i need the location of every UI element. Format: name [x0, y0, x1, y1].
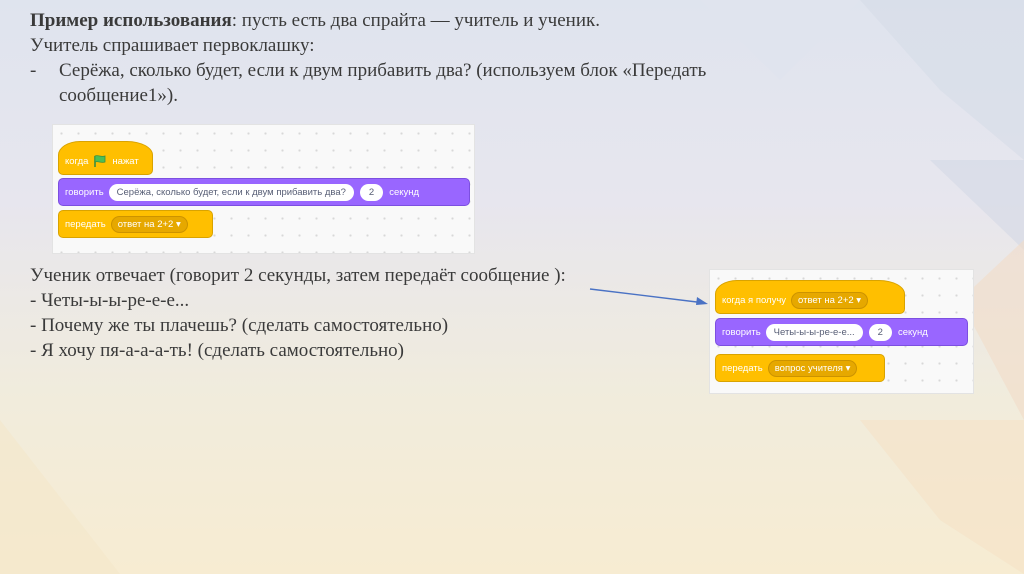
- arrow-icon: [589, 288, 708, 305]
- hat-receive-label: когда я получу: [722, 294, 787, 306]
- hat-clicked-label: нажат: [112, 155, 139, 167]
- list-dash: -: [30, 60, 37, 81]
- when-i-receive-block[interactable]: когда я получу ответ на 2+2 ▾: [715, 280, 905, 314]
- teacher-asks: Учитель спрашивает первоклашку:: [30, 35, 315, 56]
- intro-line: Пример использования: пусть есть два спр…: [30, 8, 930, 33]
- say-text-input[interactable]: Четы-ы-ы-ре-е-е...: [765, 323, 863, 341]
- say-text-input[interactable]: Серёжа, сколько будет, если к двум приба…: [108, 183, 354, 201]
- say-for-secs-block[interactable]: говорить Серёжа, сколько будет, если к д…: [58, 178, 470, 206]
- say-label: говорить: [65, 186, 104, 198]
- broadcast-block[interactable]: передать ответ на 2+2 ▾: [58, 210, 213, 238]
- student-item-2: - Почему же ты плачешь? (сделать самосто…: [30, 315, 449, 336]
- say-for-secs-block[interactable]: говорить Четы-ы-ы-ре-е-е... 2 секунд: [715, 318, 968, 346]
- scratch-script-teacher: когда нажат говорить Серёжа, сколько буд…: [52, 124, 475, 254]
- broadcast-message-dropdown[interactable]: вопрос учителя ▾: [767, 359, 858, 377]
- broadcast-message-label: ответ на 2+2: [117, 218, 174, 230]
- teacher-item: - Серёжа, сколько будет, если к двум приб…: [30, 58, 930, 83]
- broadcast-message-dropdown[interactable]: ответ на 2+2 ▾: [110, 215, 188, 233]
- green-flag-icon: [94, 155, 106, 167]
- student-text: Ученик отвечает (говорит 2 секунды, зате…: [30, 263, 710, 363]
- say-label: говорить: [722, 326, 761, 338]
- receive-message-label: ответ на 2+2: [798, 294, 854, 306]
- broadcast-label: передать: [65, 218, 106, 230]
- dropdown-arrow-icon: ▾: [845, 362, 851, 374]
- say-unit-label: секунд: [389, 186, 420, 198]
- broadcast-message-label: вопрос учителя: [774, 362, 843, 374]
- receive-message-dropdown[interactable]: ответ на 2+2 ▾: [791, 291, 869, 309]
- intro-rest: : пусть есть два спрайта — учитель и уче…: [231, 10, 600, 31]
- intro-text: Пример использования: пусть есть два спр…: [30, 8, 930, 108]
- scratch-script-student: когда я получу ответ на 2+2 ▾ говорить Ч…: [709, 269, 974, 394]
- dropdown-arrow-icon: ▾: [175, 218, 181, 230]
- say-seconds-input[interactable]: 2: [359, 183, 384, 201]
- student-item-3: - Я хочу пя-а-а-а-ть! (сделать самостоят…: [30, 340, 404, 361]
- teacher-item-line2: сообщение1»).: [59, 85, 179, 106]
- broadcast-label: передать: [722, 362, 763, 374]
- broadcast-block[interactable]: передать вопрос учителя ▾: [715, 354, 885, 382]
- when-flag-clicked-block[interactable]: когда нажат: [58, 141, 153, 175]
- dropdown-arrow-icon: ▾: [856, 294, 862, 306]
- say-seconds-input[interactable]: 2: [868, 323, 892, 341]
- teacher-item-line1: Серёжа, сколько будет, если к двум приба…: [59, 60, 707, 81]
- say-unit-label: секунд: [897, 326, 928, 338]
- hat-when-label: когда: [65, 155, 89, 167]
- intro-bold: Пример использования: [30, 10, 232, 31]
